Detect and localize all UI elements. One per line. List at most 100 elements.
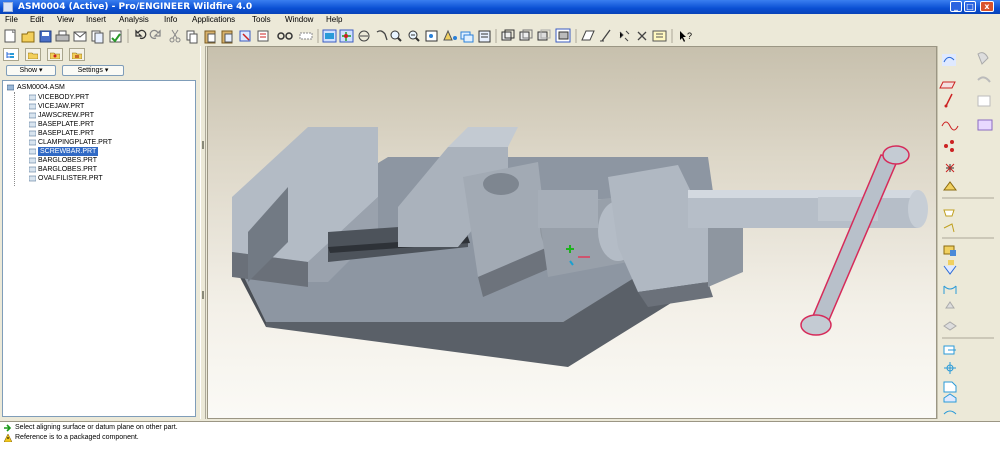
regenerate-icon [109, 30, 122, 43]
maximize-button[interactable]: □ [964, 1, 976, 12]
print-icon [55, 30, 70, 42]
csys-toggle-icon [637, 31, 647, 41]
warning-icon [4, 434, 12, 442]
screw-bar-end [908, 190, 928, 228]
open-icon [21, 31, 35, 43]
show-dropdown[interactable]: Show ▾ [6, 65, 56, 76]
bar-globe-top[interactable] [882, 145, 910, 165]
wireframe-icon [555, 28, 571, 43]
zoom-in-icon [376, 30, 388, 41]
sketch-icon [942, 54, 956, 66]
feature-icons [939, 52, 994, 415]
paste-special-icon [221, 30, 233, 44]
model-tree-icon [6, 52, 14, 58]
bar-globe-bottom[interactable] [800, 314, 832, 336]
window-title: ASM0004 (Active) - Pro/ENGINEER Wildfire… [18, 2, 253, 12]
toolbar-icons: ? [4, 28, 692, 44]
menu-edit[interactable]: Edit [30, 14, 44, 26]
spin-center-icon [339, 29, 354, 43]
orient-icon [358, 30, 370, 42]
tree-item-label: BASEPLATE.PRT [38, 121, 95, 128]
undo-icon [135, 29, 147, 40]
svg-text:?: ? [687, 31, 692, 41]
menu-view[interactable]: View [57, 14, 74, 26]
menu-insert[interactable]: Insert [86, 14, 106, 26]
refit-icon [408, 30, 420, 42]
menu-analysis[interactable]: Analysis [119, 14, 149, 26]
datum-axis-icon [299, 32, 313, 40]
vice-assembly-model[interactable] [208, 47, 936, 418]
plane-icon [977, 52, 989, 65]
copy-icon [91, 30, 104, 44]
menu-help[interactable]: Help [326, 14, 342, 26]
message-area: Select aligning surface or datum plane o… [0, 421, 1000, 445]
favorites-tab[interactable] [47, 48, 63, 61]
part-icon [29, 121, 36, 128]
part-icon [29, 139, 36, 146]
folder-browser-tab[interactable] [25, 48, 41, 61]
panel-splitter[interactable] [200, 46, 206, 419]
menu-file[interactable]: File [5, 14, 18, 26]
feature-toolbar [937, 46, 1000, 419]
tree-item-label: BARGLOBES.PRT [38, 166, 98, 173]
jaw-hole [483, 173, 519, 195]
sash-grip [202, 141, 204, 149]
offset-icon [943, 393, 957, 403]
revolve-icon [944, 140, 954, 152]
model-tree-tab[interactable] [3, 48, 19, 61]
repaint-icon [322, 29, 337, 43]
no-hidden-icon [537, 29, 551, 41]
reorient-icon [425, 30, 438, 42]
csys-icon [977, 95, 991, 107]
rib-icon [943, 245, 956, 256]
connections-tab[interactable] [69, 48, 85, 61]
part-icon [29, 103, 36, 110]
paste-icon [204, 30, 216, 44]
info-arrow-icon [4, 424, 12, 432]
save-icon [39, 30, 52, 43]
zoom-out-icon [390, 30, 402, 42]
minimize-button[interactable]: _ [950, 1, 962, 12]
round-icon [943, 285, 957, 294]
main-toolbar: ? [0, 26, 1000, 47]
select-icon [239, 30, 251, 42]
sweep-icon [945, 163, 955, 173]
redo-icon [149, 29, 161, 40]
tree-item-label: OVALFILISTER.PRT [38, 175, 103, 182]
menu-window[interactable]: Window [285, 14, 313, 26]
layers-icon [460, 31, 474, 43]
datum-planes-toggle-icon [581, 30, 595, 41]
close-button[interactable]: x [980, 1, 994, 12]
view-manager-icon [478, 30, 491, 43]
shell-icon [943, 223, 955, 233]
screw-neck [538, 190, 598, 228]
hole-icon [943, 209, 955, 217]
title-bar: ASM0004 (Active) - Pro/ENGINEER Wildfire… [0, 0, 1000, 14]
settings-dropdown[interactable]: Settings ▾ [62, 65, 124, 76]
part-icon [29, 112, 36, 119]
datum-points-toggle-icon [619, 30, 630, 42]
tree-item-label: VICEJAW.PRT [38, 103, 85, 110]
graphics-window[interactable] [207, 46, 937, 419]
connections-icon [72, 52, 82, 59]
favorites-folder-icon [50, 52, 60, 59]
curve-icon [977, 76, 991, 83]
part-icon [29, 166, 36, 173]
part-icon [29, 130, 36, 137]
menu-applications[interactable]: Applications [192, 14, 235, 26]
tree-connector [14, 92, 15, 186]
assembly-icon [7, 84, 14, 91]
guide-block-top [448, 127, 518, 147]
trim-icon [943, 381, 957, 393]
part-icon [29, 157, 36, 164]
menu-info[interactable]: Info [164, 14, 177, 26]
tommy-bar[interactable] [800, 145, 910, 336]
message-text: Reference is to a packaged component. [15, 434, 139, 441]
tree-item-label: CLAMPINGPLATE.PRT [38, 139, 113, 146]
menu-tools[interactable]: Tools [252, 14, 271, 26]
point-icon [944, 93, 953, 108]
copy2-icon [186, 30, 198, 44]
blend-icon [943, 181, 957, 191]
part-icon [29, 94, 36, 101]
saved-views-icon [443, 29, 457, 41]
